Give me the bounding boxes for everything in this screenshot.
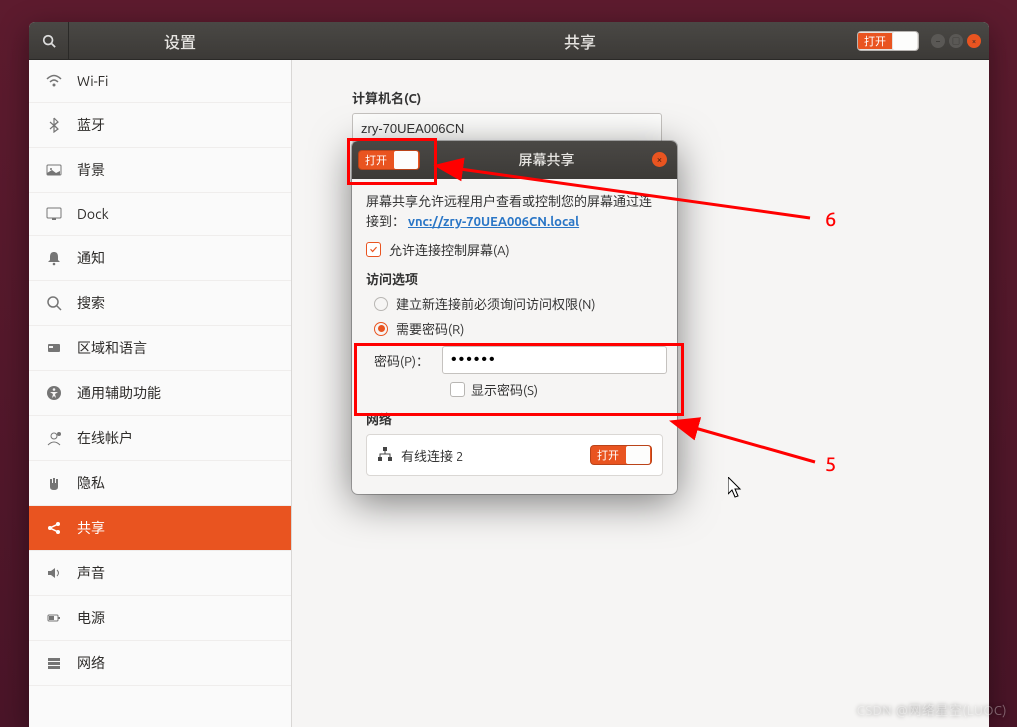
wifi-icon: [45, 72, 63, 90]
radio-ask-row[interactable]: 建立新连接前必须询问访问权限(N): [374, 294, 663, 313]
password-input[interactable]: [442, 346, 667, 374]
ethernet-icon: [377, 446, 393, 465]
annotation-text-6: 6: [825, 207, 836, 230]
radio-password[interactable]: [374, 322, 388, 336]
sidebar-item-label: 区域和语言: [77, 338, 147, 358]
dialog-description: 屏幕共享允许远程用户查看或控制您的屏幕通过连接到： vnc://zry-70UE…: [366, 193, 663, 232]
sidebar[interactable]: Wi-Fi 蓝牙 背景 Dock 通知 搜索: [29, 60, 292, 727]
radio-ask[interactable]: [374, 297, 388, 311]
sidebar-item-label: 电源: [77, 608, 105, 628]
sidebar-item-privacy[interactable]: 隐私: [29, 461, 291, 506]
sidebar-item-power[interactable]: 电源: [29, 596, 291, 641]
switch-label: 打开: [858, 33, 892, 49]
sidebar-item-label: Wi-Fi: [77, 73, 108, 89]
sidebar-item-label: 通用辅助功能: [77, 383, 161, 403]
allow-control-label: 允许连接控制屏幕(A): [389, 240, 510, 259]
power-icon: [45, 609, 63, 627]
computer-name-label: 计算机名(C): [352, 88, 929, 107]
sidebar-item-label: 在线帐户: [77, 428, 133, 448]
sidebar-item-label: 声音: [77, 563, 105, 583]
switch-handle: [394, 151, 418, 169]
network-section-title: 网络: [366, 409, 663, 428]
screen-sharing-dialog: 打开 屏幕共享 × 屏幕共享允许远程用户查看或控制您的屏幕通过连接到： vnc:…: [352, 141, 677, 494]
region-icon: [45, 339, 63, 357]
share-icon: [45, 519, 63, 537]
search-button[interactable]: [29, 22, 69, 60]
sidebar-item-label: 共享: [77, 518, 105, 538]
speaker-icon: [45, 564, 63, 582]
radio-password-row[interactable]: 需要密码(R): [374, 319, 663, 338]
radio-password-label: 需要密码(R): [396, 319, 464, 338]
annotation-text-5: 5: [825, 452, 836, 475]
hand-icon: [45, 474, 63, 492]
sidebar-item-sound[interactable]: 声音: [29, 551, 291, 596]
search-icon: [45, 294, 63, 312]
password-row: 密码(P)：: [374, 346, 663, 374]
sidebar-item-label: 搜索: [77, 293, 105, 313]
bell-icon: [45, 249, 63, 267]
vnc-link[interactable]: vnc://zry-70UEA006CN.local: [408, 215, 579, 229]
titlebar-left-title: 设置: [69, 29, 291, 53]
show-password-checkbox[interactable]: [450, 382, 465, 397]
show-password-label: 显示密码(S): [471, 380, 538, 399]
minimize-button[interactable]: –: [931, 34, 945, 48]
sidebar-item-network[interactable]: 网络: [29, 641, 291, 686]
switch-label: 打开: [591, 447, 625, 463]
dialog-enable-switch[interactable]: 打开: [358, 150, 420, 170]
sidebar-item-label: 蓝牙: [77, 115, 105, 135]
background-icon: [45, 161, 63, 179]
sidebar-item-region[interactable]: 区域和语言: [29, 326, 291, 371]
accessibility-icon: [45, 384, 63, 402]
online-accounts-icon: [45, 429, 63, 447]
access-section-title: 访问选项: [366, 269, 663, 288]
dialog-title: 屏幕共享: [438, 150, 677, 170]
computer-name-input[interactable]: [352, 113, 662, 143]
allow-control-row[interactable]: ✓ 允许连接控制屏幕(A): [366, 240, 663, 259]
sidebar-item-label: 网络: [77, 653, 105, 673]
global-share-switch[interactable]: 打开: [857, 31, 919, 51]
network-icon: [45, 654, 63, 672]
dialog-close-button[interactable]: ×: [652, 152, 667, 167]
bluetooth-icon: [45, 116, 63, 134]
sidebar-item-bluetooth[interactable]: 蓝牙: [29, 103, 291, 148]
watermark: CSDN @网络星空(LUOC): [857, 700, 1007, 719]
close-button[interactable]: ×: [967, 34, 981, 48]
maximize-button[interactable]: □: [949, 34, 963, 48]
mouse-cursor: [728, 477, 744, 501]
titlebar: 设置 共享 打开 – □ ×: [29, 22, 989, 60]
dock-icon: [45, 205, 63, 223]
sidebar-item-dock[interactable]: Dock: [29, 193, 291, 236]
switch-handle: [626, 446, 650, 464]
sidebar-item-label: Dock: [77, 206, 109, 222]
sidebar-item-accessibility[interactable]: 通用辅助功能: [29, 371, 291, 416]
password-label: 密码(P)：: [374, 351, 434, 370]
sidebar-item-label: 背景: [77, 160, 105, 180]
allow-control-checkbox[interactable]: ✓: [366, 242, 381, 257]
switch-label: 打开: [359, 152, 393, 168]
sidebar-item-wifi[interactable]: Wi-Fi: [29, 60, 291, 103]
titlebar-main-title: 共享: [291, 29, 869, 53]
sidebar-item-background[interactable]: 背景: [29, 148, 291, 193]
network-switch[interactable]: 打开: [590, 445, 652, 465]
sidebar-item-search[interactable]: 搜索: [29, 281, 291, 326]
sidebar-item-label: 隐私: [77, 473, 105, 493]
switch-handle: [893, 32, 917, 50]
radio-ask-label: 建立新连接前必须询问访问权限(N): [396, 294, 595, 313]
network-row: 有线连接 2 打开: [366, 434, 663, 476]
sidebar-item-label: 通知: [77, 248, 105, 268]
sidebar-item-notifications[interactable]: 通知: [29, 236, 291, 281]
search-icon: [42, 34, 56, 48]
sidebar-item-sharing[interactable]: 共享: [29, 506, 291, 551]
sidebar-item-online-accounts[interactable]: 在线帐户: [29, 416, 291, 461]
show-password-row[interactable]: 显示密码(S): [450, 380, 663, 399]
network-name: 有线连接 2: [401, 446, 463, 465]
